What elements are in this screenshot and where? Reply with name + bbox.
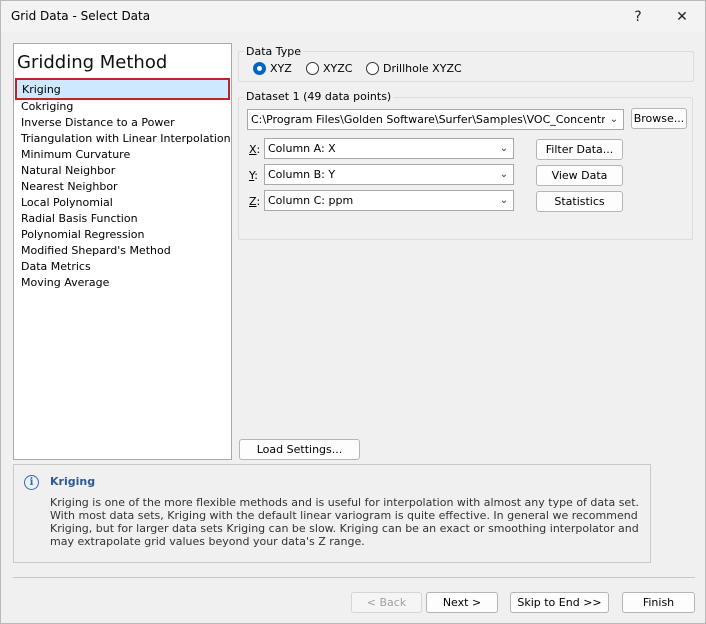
window-title: Grid Data - Select Data: [11, 9, 151, 23]
radio-xyz-label: XYZ: [270, 62, 292, 75]
gridding-method-panel: Gridding Method Kriging Cokriging Inverse …: [13, 43, 232, 460]
chevron-down-icon[interactable]: ⌄: [495, 191, 513, 210]
x-column-value: Column A: X: [268, 142, 336, 155]
view-data-button[interactable]: View Data: [536, 165, 623, 186]
method-item[interactable]: Data Metrics: [14, 259, 231, 275]
load-settings-button[interactable]: Load Settings...: [239, 439, 360, 460]
dataset-path-value: C:\Program Files\Golden Software\Surfer\…: [251, 113, 605, 126]
chevron-down-icon[interactable]: ⌄: [495, 165, 513, 184]
method-item[interactable]: Nearest Neighbor: [14, 179, 231, 195]
footer-separator: [13, 577, 695, 578]
back-button[interactable]: < Back: [351, 592, 422, 613]
method-item[interactable]: Modified Shepard's Method: [14, 243, 231, 259]
chevron-down-icon[interactable]: ⌄: [495, 139, 513, 158]
info-icon: i: [24, 475, 39, 490]
info-description: Kriging is one of the more flexible meth…: [50, 496, 640, 548]
x-column-combo[interactable]: Column A: X ⌄: [264, 138, 514, 159]
radio-xyz[interactable]: XYZ: [253, 62, 292, 75]
data-type-label: Data Type: [244, 45, 304, 58]
dataset-name: Dataset 1: [246, 90, 300, 103]
radio-drillhole-xyzc-label: Drillhole XYZC: [383, 62, 462, 75]
method-item[interactable]: Local Polynomial: [14, 195, 231, 211]
y-column-combo[interactable]: Column B: Y ⌄: [264, 164, 514, 185]
info-title: Kriging: [50, 475, 96, 488]
method-item[interactable]: Moving Average: [14, 275, 231, 291]
radio-xyzc-label: XYZC: [323, 62, 353, 75]
radio-xyz-circle[interactable]: [253, 62, 266, 75]
finish-button[interactable]: Finish: [622, 592, 695, 613]
x-column-label: X:: [249, 143, 261, 156]
help-button[interactable]: ?: [615, 1, 661, 32]
dataset-label: Dataset 1 (49 data points): [244, 90, 394, 103]
radio-xyzc[interactable]: XYZC: [306, 62, 352, 75]
method-item[interactable]: Minimum Curvature: [14, 147, 231, 163]
close-icon: ✕: [676, 8, 688, 25]
radio-drillhole-xyzc[interactable]: Drillhole XYZC: [366, 62, 462, 75]
title-bar: Grid Data - Select Data ? ✕: [1, 1, 705, 32]
radio-xyzc-circle[interactable]: [306, 62, 319, 75]
dataset-path-combo[interactable]: C:\Program Files\Golden Software\Surfer\…: [247, 109, 624, 130]
gridding-method-list[interactable]: Kriging Cokriging Inverse Distance to a Po…: [14, 78, 231, 291]
chevron-down-icon[interactable]: ⌄: [605, 110, 623, 129]
filter-data-button[interactable]: Filter Data...: [536, 139, 623, 160]
close-button[interactable]: ✕: [659, 1, 705, 32]
skip-to-end-button[interactable]: Skip to End >>: [510, 592, 609, 613]
y-column-label: Y:: [249, 169, 258, 182]
method-info-panel: i Kriging Kriging is one of the more fle…: [13, 464, 651, 563]
method-item[interactable]: Inverse Distance to a Power: [14, 115, 231, 131]
gridding-method-heading: Gridding Method: [17, 52, 168, 73]
statistics-button[interactable]: Statistics: [536, 191, 623, 212]
browse-button[interactable]: Browse...: [631, 108, 687, 129]
method-item[interactable]: Kriging: [15, 78, 230, 100]
method-item[interactable]: Radial Basis Function: [14, 211, 231, 227]
y-column-value: Column B: Y: [268, 168, 336, 181]
dataset-count: (49 data points): [303, 90, 392, 103]
method-item[interactable]: Triangulation with Linear Interpolation: [14, 131, 231, 147]
grid-data-dialog: Grid Data - Select Data ? ✕ Gridding Met…: [0, 0, 706, 624]
method-item[interactable]: Cokriging: [14, 99, 231, 115]
method-item[interactable]: Natural Neighbor: [14, 163, 231, 179]
z-column-combo[interactable]: Column C: ppm ⌄: [264, 190, 514, 211]
next-button[interactable]: Next >: [426, 592, 498, 613]
method-item[interactable]: Polynomial Regression: [14, 227, 231, 243]
radio-drillhole-xyzc-circle[interactable]: [366, 62, 379, 75]
z-column-label: Z:: [249, 195, 261, 208]
z-column-value: Column C: ppm: [268, 194, 354, 207]
